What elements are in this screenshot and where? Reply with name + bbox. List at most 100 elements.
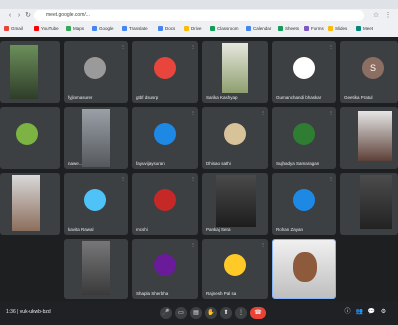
participant-video [12,175,40,231]
participant-tile[interactable]: ⋮ Sujhadya Samaragan [272,107,336,169]
mic-off-icon: ⋮ [191,44,195,49]
bookmark-sheets[interactable]: Sheets [278,23,299,34]
bookmark-classroom[interactable]: Classroom [210,23,239,34]
participant-tile[interactable]: ⋮ fayuvijaysuran [132,107,198,169]
participant-video [82,109,110,167]
participant-name: fayuvijaysuran [136,161,165,166]
avatar [154,123,176,145]
participant-tile[interactable]: ⋮ Rajnesh Pal sa [202,239,268,299]
bookmark-slides[interactable]: Slides [328,23,347,34]
participant-name: mcshi [136,227,148,232]
mic-off-icon: ⋮ [191,176,195,181]
participant-tile[interactable]: Sarika Kashyap [202,41,268,103]
participant-name: Dhisao sathi [206,161,231,166]
mic-off-icon: ⋮ [191,242,195,247]
self-face [293,252,317,282]
bookmark-gmail[interactable]: Gmail [4,23,23,34]
mic-off-icon: ⋮ [329,44,333,49]
participant-video [358,111,392,161]
participant-tile[interactable]: ⋮ Rohan Zayan [272,173,336,235]
browser-chrome: ‹ › ↻ meet.google.com/... ☆ ⋮ Gmail YouT… [0,0,398,37]
bookmark-youtube[interactable]: YouTube [34,23,59,34]
participant-name: Gumanchandi bhaskar [276,95,322,100]
participant-video [360,175,392,229]
participant-name: Rajnesh Pal sa [206,291,237,296]
avatar [293,123,315,145]
participant-tile[interactable]: ⋮ kavita Rawal [64,173,128,235]
participant-tile[interactable]: ⋮ Gumanchandi bhaskar [272,41,336,103]
avatar [154,254,176,276]
bookmark-calendar[interactable]: Calendar [246,23,271,34]
participant-tile[interactable]: Pankaj Sera [202,173,268,235]
mic-icon[interactable]: 🎤 [160,307,172,319]
participant-tile[interactable] [0,41,60,103]
participant-name: kavita Rawal [68,227,94,232]
participant-tile[interactable]: ⋮ Shapla Sherbha [132,239,198,299]
star-icon[interactable]: ☆ [372,11,380,20]
mic-off-icon: ⋮ [121,176,125,181]
participant-tile[interactable]: ⋮ gtbf dsusrp [132,41,198,103]
leave-call-button[interactable]: ☎ [250,307,266,319]
participant-tile[interactable]: ⋮ Dhisao sathi [202,107,268,169]
participant-tile[interactable] [0,107,60,169]
camera-icon[interactable]: ▭ [175,307,187,319]
mic-off-icon: ⋮ [329,176,333,181]
participant-video [216,175,256,227]
present-icon[interactable]: ⬆ [220,307,232,319]
participant-tile[interactable] [0,173,60,235]
participant-name: fyjlomasurer [68,95,93,100]
participant-name: Shapla Sherbha [136,291,169,296]
meet-grid: ⋮ fyjlomasurer ⋮ gtbf dsusrp Sarika Kash… [0,37,398,301]
bookmark-drive[interactable]: Drive [184,23,202,34]
activities-icon[interactable]: ⚙ [379,308,388,317]
bookmark-docs[interactable]: Docs [158,23,175,34]
mic-off-icon: ⋮ [261,110,265,115]
participant-tile[interactable]: S Geetika Pratul [340,41,398,103]
meet-controls-bar: 1:36 | vuk-ukwb-bzd 🎤 ▭ ▤ ✋ ⬆ ⋮ ☎ ⓘ 👥 💬 … [0,301,398,325]
avatar [84,189,106,211]
participant-tile[interactable]: ⋮ fyjlomasurer [64,41,128,103]
avatar [154,57,176,79]
tab-strip [0,0,398,9]
participant-tile[interactable] [64,239,128,299]
bookmark-meet[interactable]: Meet [356,23,373,34]
menu-icon[interactable]: ⋮ [384,11,392,20]
captions-icon[interactable]: ▤ [190,307,202,319]
people-icon[interactable]: 👥 [355,308,364,317]
participant-video [222,43,248,93]
reload-icon[interactable]: ↻ [24,11,32,20]
bookmark-maps[interactable]: Maps [66,23,84,34]
participant-name: Geetika Pratul [344,95,373,100]
avatar [293,57,315,79]
mic-off-icon: ⋮ [191,110,195,115]
more-options-icon[interactable]: ⋮ [235,307,247,319]
participant-tile[interactable]: ⋮ mcshi [132,173,198,235]
participant-name: Sarika Kashyap [206,95,238,100]
back-icon[interactable]: ‹ [6,11,14,20]
avatar [154,189,176,211]
bookmark-translate[interactable]: Translate [122,23,148,34]
bookmark-google[interactable]: Google [92,23,114,34]
participant-tile[interactable] [340,173,398,235]
participant-name: Pankaj Sera [206,227,231,232]
participant-name: gtbf dsusrp [136,95,159,100]
participant-name: Rohan Zayan [276,227,304,232]
raise-hand-icon[interactable]: ✋ [205,307,217,319]
address-bar[interactable]: meet.google.com/... [34,10,364,21]
participant-video [10,45,38,99]
participant-tile[interactable] [340,107,398,169]
mic-off-icon: ⋮ [121,44,125,49]
mic-off-icon: ⋮ [329,110,333,115]
bookmark-forms[interactable]: Forms [304,23,324,34]
avatar [293,189,315,211]
chat-icon[interactable]: 💬 [367,308,376,317]
participant-name: Sujhadya Samaragan [276,161,320,166]
avatar: S [362,57,384,79]
bookmarks-bar: Gmail YouTube Maps Google Translate Docs… [0,23,398,34]
participant-tile-self[interactable] [272,239,336,299]
meeting-time-code: 1:36 | vuk-ukwb-bzd [6,309,51,315]
participant-tile[interactable]: nawe... [64,107,128,169]
forward-icon[interactable]: › [15,11,23,20]
avatar [84,57,106,79]
info-icon[interactable]: ⓘ [343,308,352,317]
